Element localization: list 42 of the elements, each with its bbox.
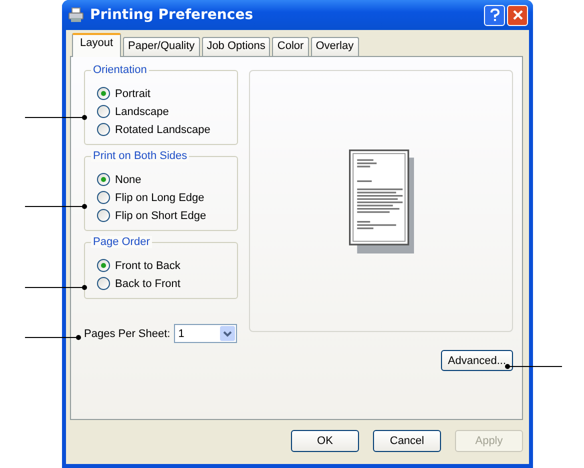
tab[interactable]: Job Options xyxy=(202,37,270,56)
tab[interactable]: Color xyxy=(272,37,309,56)
dialog-button[interactable]: Cancel xyxy=(373,430,441,452)
tab[interactable]: Overlay xyxy=(310,37,359,56)
radio-option[interactable]: Landscape xyxy=(97,103,237,120)
radio-option[interactable]: Front to Back xyxy=(97,257,237,274)
close-button[interactable] xyxy=(507,4,528,26)
chevron-down-icon xyxy=(223,330,232,336)
tab[interactable]: Layout xyxy=(72,33,122,57)
radio-button[interactable] xyxy=(97,259,110,272)
leader-line xyxy=(25,287,85,288)
radio-button[interactable] xyxy=(97,209,110,222)
radio-button[interactable] xyxy=(97,123,110,136)
radio-option[interactable]: Back to Front xyxy=(97,275,237,292)
radio-button[interactable] xyxy=(97,173,110,186)
dialog-button[interactable]: OK xyxy=(291,430,359,452)
leader-line xyxy=(507,366,562,367)
radio-option[interactable]: Portrait xyxy=(97,85,237,102)
close-icon xyxy=(512,9,524,21)
tab[interactable]: Paper/Quality xyxy=(123,37,200,56)
leader-line xyxy=(25,337,79,338)
group-title: Page Order xyxy=(91,236,152,248)
field-label: Pages Per Sheet: xyxy=(84,328,170,340)
help-button[interactable] xyxy=(484,4,505,26)
radio-button[interactable] xyxy=(97,191,110,204)
leader-line xyxy=(25,206,85,207)
radio-option[interactable]: None xyxy=(97,171,237,188)
radio-button[interactable] xyxy=(97,277,110,290)
radio-button[interactable] xyxy=(97,105,110,118)
radio-option[interactable]: Rotated Landscape xyxy=(97,121,237,138)
pages-per-sheet-dropdown[interactable]: 1 xyxy=(174,324,238,343)
question-mark-icon xyxy=(488,8,500,22)
radio-option[interactable]: Flip on Long Edge xyxy=(97,189,237,206)
group-title: Orientation xyxy=(91,64,149,76)
dropdown-button[interactable] xyxy=(220,326,236,341)
radio-option[interactable]: Flip on Short Edge xyxy=(97,207,237,224)
advanced-button[interactable]: Advanced... xyxy=(440,350,513,371)
leader-line xyxy=(25,117,85,118)
group-title: Print on Both Sides xyxy=(91,150,190,162)
printer-icon xyxy=(68,7,84,23)
radio-button[interactable] xyxy=(97,87,110,100)
window-title: Printing Preferences xyxy=(90,7,254,23)
